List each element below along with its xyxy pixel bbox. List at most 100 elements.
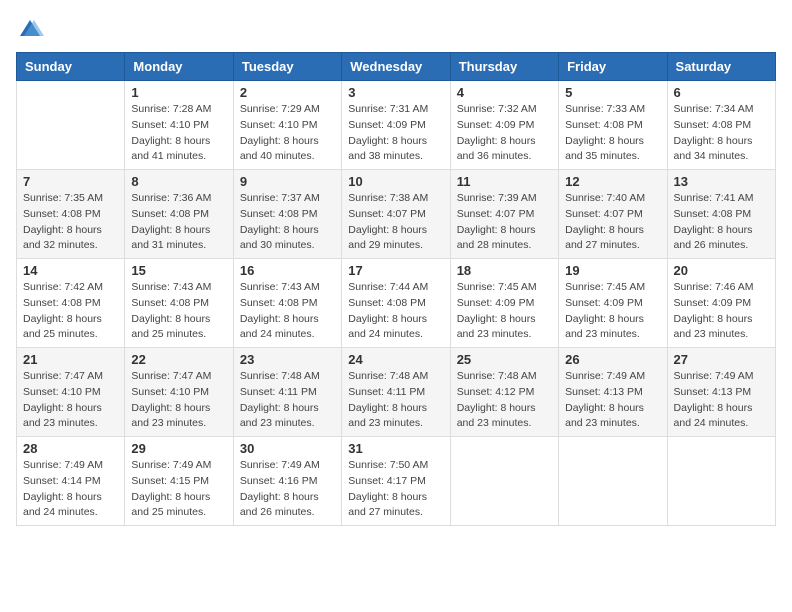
calendar-table: SundayMondayTuesdayWednesdayThursdayFrid… (16, 52, 776, 526)
calendar-cell: 19 Sunrise: 7:45 AMSunset: 4:09 PMDayligh… (559, 259, 667, 348)
calendar-cell: 11 Sunrise: 7:39 AMSunset: 4:07 PMDayligh… (450, 170, 558, 259)
day-info: Sunrise: 7:49 AMSunset: 4:14 PMDaylight:… (23, 458, 118, 521)
day-info: Sunrise: 7:45 AMSunset: 4:09 PMDaylight:… (565, 280, 660, 343)
day-number: 11 (457, 174, 552, 189)
week-row: 14 Sunrise: 7:42 AMSunset: 4:08 PMDayligh… (17, 259, 776, 348)
week-row: 7Sunrise: 7:35 AMSunset: 4:08 PMDaylight… (17, 170, 776, 259)
calendar-cell: 25Sunrise: 7:48 AMSunset: 4:12 PMDayligh… (450, 348, 558, 437)
day-info: Sunrise: 7:48 AMSunset: 4:11 PMDaylight:… (348, 369, 443, 432)
day-header-monday: Monday (125, 53, 233, 81)
day-number: 6 (674, 85, 769, 100)
day-info: Sunrise: 7:49 AMSunset: 4:13 PMDaylight:… (565, 369, 660, 432)
day-info: Sunrise: 7:43 AMSunset: 4:08 PMDaylight:… (240, 280, 335, 343)
day-number: 7 (23, 174, 118, 189)
day-header-wednesday: Wednesday (342, 53, 450, 81)
calendar-cell: 28 Sunrise: 7:49 AMSunset: 4:14 PMDayligh… (17, 437, 125, 526)
week-row: 1Sunrise: 7:28 AMSunset: 4:10 PMDaylight… (17, 81, 776, 170)
day-number: 27 (674, 352, 769, 367)
day-number: 15 (131, 263, 226, 278)
day-number: 22 (131, 352, 226, 367)
day-number: 24 (348, 352, 443, 367)
calendar-cell: 12 Sunrise: 7:40 AMSunset: 4:07 PMDayligh… (559, 170, 667, 259)
day-number: 2 (240, 85, 335, 100)
day-info: Sunrise: 7:49 AMSunset: 4:16 PMDaylight:… (240, 458, 335, 521)
week-row: 21Sunrise: 7:47 AMSunset: 4:10 PMDayligh… (17, 348, 776, 437)
day-info: Sunrise: 7:32 AMSunset: 4:09 PMDaylight:… (457, 102, 552, 165)
calendar-cell: 26 Sunrise: 7:49 AMSunset: 4:13 PMDayligh… (559, 348, 667, 437)
day-info: Sunrise: 7:44 AMSunset: 4:08 PMDaylight:… (348, 280, 443, 343)
day-info: Sunrise: 7:43 AMSunset: 4:08 PMDaylight:… (131, 280, 226, 343)
header-row: SundayMondayTuesdayWednesdayThursdayFrid… (17, 53, 776, 81)
day-info: Sunrise: 7:33 AMSunset: 4:08 PMDaylight:… (565, 102, 660, 165)
day-header-tuesday: Tuesday (233, 53, 341, 81)
day-number: 19 (565, 263, 660, 278)
day-number: 28 (23, 441, 118, 456)
calendar-cell: 2 Sunrise: 7:29 AMSunset: 4:10 PMDaylight… (233, 81, 341, 170)
calendar-cell: 1Sunrise: 7:28 AMSunset: 4:10 PMDaylight… (125, 81, 233, 170)
calendar-cell: 15 Sunrise: 7:43 AMSunset: 4:08 PMDayligh… (125, 259, 233, 348)
day-info: Sunrise: 7:49 AMSunset: 4:13 PMDaylight:… (674, 369, 769, 432)
day-info: Sunrise: 7:28 AMSunset: 4:10 PMDaylight:… (131, 102, 226, 165)
day-header-sunday: Sunday (17, 53, 125, 81)
calendar-cell: 24 Sunrise: 7:48 AMSunset: 4:11 PMDayligh… (342, 348, 450, 437)
calendar-cell (17, 81, 125, 170)
calendar-cell: 9 Sunrise: 7:37 AMSunset: 4:08 PMDaylight… (233, 170, 341, 259)
day-info: Sunrise: 7:42 AMSunset: 4:08 PMDaylight:… (23, 280, 118, 343)
page-header (16, 16, 776, 44)
calendar-cell: 23 Sunrise: 7:48 AMSunset: 4:11 PMDayligh… (233, 348, 341, 437)
calendar-cell: 10Sunrise: 7:38 AMSunset: 4:07 PMDayligh… (342, 170, 450, 259)
day-info: Sunrise: 7:36 AMSunset: 4:08 PMDaylight:… (131, 191, 226, 254)
calendar-cell: 4Sunrise: 7:32 AMSunset: 4:09 PMDaylight… (450, 81, 558, 170)
day-info: Sunrise: 7:39 AMSunset: 4:07 PMDaylight:… (457, 191, 552, 254)
day-number: 25 (457, 352, 552, 367)
calendar-cell: 14 Sunrise: 7:42 AMSunset: 4:08 PMDayligh… (17, 259, 125, 348)
calendar-cell: 21Sunrise: 7:47 AMSunset: 4:10 PMDayligh… (17, 348, 125, 437)
day-number: 16 (240, 263, 335, 278)
day-number: 5 (565, 85, 660, 100)
day-header-saturday: Saturday (667, 53, 775, 81)
day-info: Sunrise: 7:31 AMSunset: 4:09 PMDaylight:… (348, 102, 443, 165)
day-info: Sunrise: 7:50 AMSunset: 4:17 PMDaylight:… (348, 458, 443, 521)
day-number: 20 (674, 263, 769, 278)
day-info: Sunrise: 7:37 AMSunset: 4:08 PMDaylight:… (240, 191, 335, 254)
calendar-cell: 31 Sunrise: 7:50 AMSunset: 4:17 PMDayligh… (342, 437, 450, 526)
day-number: 8 (131, 174, 226, 189)
day-info: Sunrise: 7:40 AMSunset: 4:07 PMDaylight:… (565, 191, 660, 254)
day-number: 31 (348, 441, 443, 456)
day-number: 26 (565, 352, 660, 367)
day-number: 3 (348, 85, 443, 100)
calendar-cell (667, 437, 775, 526)
calendar-cell: 5 Sunrise: 7:33 AMSunset: 4:08 PMDaylight… (559, 81, 667, 170)
day-number: 9 (240, 174, 335, 189)
calendar-cell: 16 Sunrise: 7:43 AMSunset: 4:08 PMDayligh… (233, 259, 341, 348)
day-number: 23 (240, 352, 335, 367)
day-number: 13 (674, 174, 769, 189)
logo-icon (16, 16, 44, 44)
calendar-cell: 6 Sunrise: 7:34 AMSunset: 4:08 PMDaylight… (667, 81, 775, 170)
calendar-cell: 3 Sunrise: 7:31 AMSunset: 4:09 PMDaylight… (342, 81, 450, 170)
calendar-header: SundayMondayTuesdayWednesdayThursdayFrid… (17, 53, 776, 81)
day-info: Sunrise: 7:48 AMSunset: 4:11 PMDaylight:… (240, 369, 335, 432)
day-number: 14 (23, 263, 118, 278)
calendar-cell: 8 Sunrise: 7:36 AMSunset: 4:08 PMDaylight… (125, 170, 233, 259)
calendar-cell: 7Sunrise: 7:35 AMSunset: 4:08 PMDaylight… (17, 170, 125, 259)
day-number: 18 (457, 263, 552, 278)
day-info: Sunrise: 7:47 AMSunset: 4:10 PMDaylight:… (131, 369, 226, 432)
calendar-cell: 13 Sunrise: 7:41 AMSunset: 4:08 PMDayligh… (667, 170, 775, 259)
day-number: 17 (348, 263, 443, 278)
calendar-cell: 29 Sunrise: 7:49 AMSunset: 4:15 PMDayligh… (125, 437, 233, 526)
day-info: Sunrise: 7:34 AMSunset: 4:08 PMDaylight:… (674, 102, 769, 165)
day-number: 12 (565, 174, 660, 189)
day-info: Sunrise: 7:38 AMSunset: 4:07 PMDaylight:… (348, 191, 443, 254)
logo (16, 16, 48, 44)
calendar-cell: 27 Sunrise: 7:49 AMSunset: 4:13 PMDayligh… (667, 348, 775, 437)
day-number: 29 (131, 441, 226, 456)
day-header-thursday: Thursday (450, 53, 558, 81)
day-info: Sunrise: 7:41 AMSunset: 4:08 PMDaylight:… (674, 191, 769, 254)
day-info: Sunrise: 7:49 AMSunset: 4:15 PMDaylight:… (131, 458, 226, 521)
day-info: Sunrise: 7:45 AMSunset: 4:09 PMDaylight:… (457, 280, 552, 343)
calendar-body: 1Sunrise: 7:28 AMSunset: 4:10 PMDaylight… (17, 81, 776, 526)
day-info: Sunrise: 7:29 AMSunset: 4:10 PMDaylight:… (240, 102, 335, 165)
calendar-cell: 17 Sunrise: 7:44 AMSunset: 4:08 PMDayligh… (342, 259, 450, 348)
day-number: 30 (240, 441, 335, 456)
